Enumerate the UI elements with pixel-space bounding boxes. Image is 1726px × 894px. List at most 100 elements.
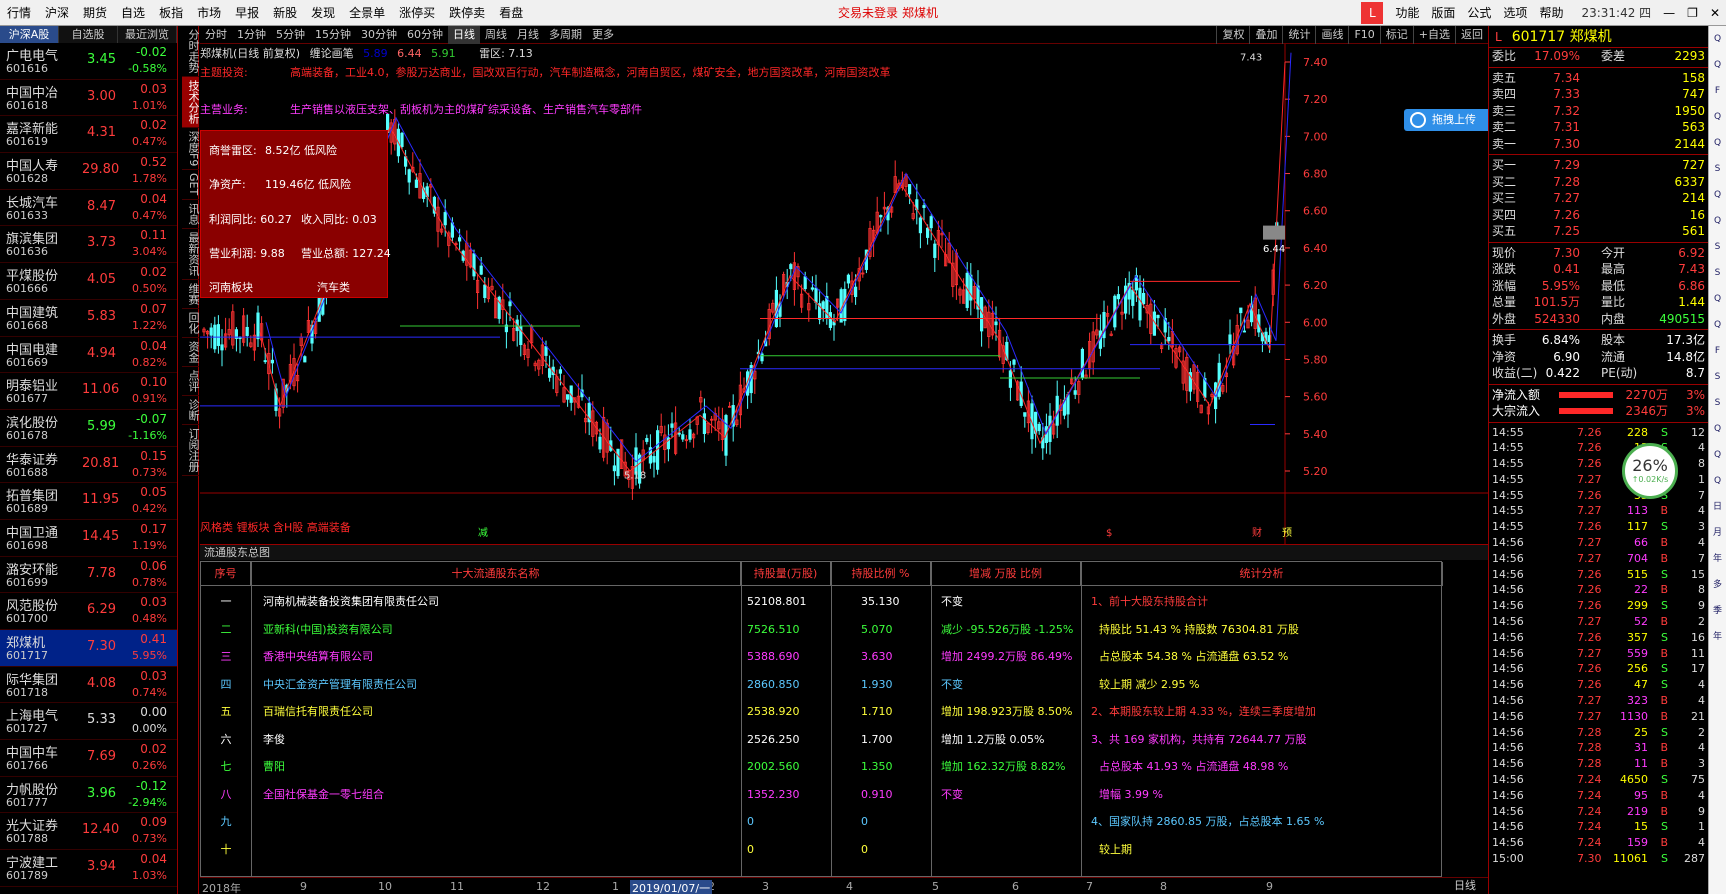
period-tab[interactable]: 5分钟 [271, 26, 310, 44]
order-book-row[interactable]: 买五 7.25 561 [1489, 223, 1708, 240]
vertical-tab[interactable]: 维赛 [182, 280, 200, 309]
period-tab[interactable]: 15分钟 [310, 26, 356, 44]
vertical-tab[interactable]: 诊断 [182, 396, 200, 425]
side-tool-icon[interactable]: S [1709, 234, 1726, 260]
vertical-tab[interactable]: 讯息 [182, 200, 200, 229]
stock-row[interactable]: 滨化股份 601678 5.99 -0.07 -1.16% [0, 410, 177, 447]
period-tab[interactable]: 月线 [512, 26, 544, 44]
period-tab[interactable]: 60分钟 [402, 26, 448, 44]
table-header[interactable]: 持股量(万股) [741, 562, 831, 586]
side-tool-icon[interactable]: F [1709, 78, 1726, 104]
stock-row[interactable]: 中国人寿 601628 29.80 0.52 1.78% [0, 153, 177, 190]
restore-icon[interactable]: ❐ [1681, 0, 1704, 26]
period-tab[interactable]: 30分钟 [356, 26, 402, 44]
order-book-row[interactable]: 卖二 7.31 563 [1489, 119, 1708, 136]
side-tool-icon[interactable]: 多 [1709, 572, 1726, 598]
side-tool-icon[interactable]: Q [1709, 442, 1726, 468]
stock-row[interactable]: 拓普集团 601689 11.95 0.05 0.42% [0, 483, 177, 520]
order-book-row[interactable]: 卖一 7.30 2144 [1489, 136, 1708, 153]
holder-name[interactable]: 河南机械装备投资集团有限责任公司 [263, 588, 439, 615]
side-tool-icon[interactable]: Q [1709, 416, 1726, 442]
toolbar-button[interactable]: F10 [1348, 26, 1379, 44]
side-tool-icon[interactable]: S [1709, 260, 1726, 286]
menu-item[interactable]: 自选 [114, 0, 152, 26]
stock-row[interactable]: 中国建筑 601668 5.83 0.07 1.22% [0, 300, 177, 337]
order-book-row[interactable]: 买一 7.29 727 [1489, 157, 1708, 174]
menu-right-item[interactable]: 版面 [1425, 0, 1461, 26]
toolbar-button[interactable]: 标记 [1379, 26, 1413, 44]
side-tool-icon[interactable]: F [1709, 338, 1726, 364]
menu-item[interactable]: 早报 [228, 0, 266, 26]
stock-row[interactable]: 明泰铝业 601677 11.06 0.10 0.91% [0, 373, 177, 410]
toolbar-button[interactable]: 画线 [1315, 26, 1348, 44]
order-book-row[interactable]: 卖五 7.34 158 [1489, 70, 1708, 87]
side-tool-icon[interactable]: Q [1709, 130, 1726, 156]
network-speed-widget[interactable]: 26% ↑0.02K/s [1622, 443, 1678, 499]
side-tool-icon[interactable]: S [1709, 156, 1726, 182]
side-tool-icon[interactable]: S [1709, 390, 1726, 416]
side-tool-icon[interactable]: 年 [1709, 546, 1726, 572]
menu-right-item[interactable]: 帮助 [1533, 0, 1569, 26]
order-book-row[interactable]: 买三 7.27 214 [1489, 190, 1708, 207]
menu-item[interactable]: 新股 [266, 0, 304, 26]
holder-name[interactable]: 香港中央结算有限公司 [263, 643, 373, 670]
period-tab[interactable]: 分时 [200, 26, 232, 44]
stock-row[interactable]: 广电电气 601616 3.45 -0.02 -0.58% [0, 43, 177, 80]
stock-list-tab[interactable]: 最近浏览 [118, 26, 177, 43]
stock-row[interactable]: 旗滨集团 601636 3.73 0.11 3.04% [0, 226, 177, 264]
stock-list-tab[interactable]: 自选股 [59, 26, 118, 43]
side-tool-icon[interactable]: Q [1709, 286, 1726, 312]
holder-name[interactable]: 中央汇金资产管理有限责任公司 [263, 671, 417, 698]
holder-name[interactable]: 百瑞信托有限责任公司 [263, 698, 373, 725]
toolbar-button[interactable]: +自选 [1412, 26, 1455, 44]
stock-row[interactable]: 华泰证券 601688 20.81 0.15 0.73% [0, 447, 177, 484]
selected-date[interactable]: 2019/01/07/一 [630, 880, 713, 894]
stock-row[interactable]: 上海电气 601727 5.33 0.00 0.00% [0, 703, 177, 741]
table-header[interactable]: 序号 [201, 562, 251, 586]
close-icon[interactable]: ✕ [1704, 0, 1726, 26]
side-tool-icon[interactable]: S [1709, 364, 1726, 390]
menu-item[interactable]: 沪深 [38, 0, 76, 26]
table-header[interactable]: 统计分析 [1081, 562, 1443, 586]
stock-row[interactable]: 郑煤机 601717 7.30 0.41 5.95% [0, 630, 177, 667]
side-tool-icon[interactable]: Q [1709, 104, 1726, 130]
period-tab[interactable]: 多周期 [544, 26, 587, 44]
toolbar-button[interactable]: 复权 [1216, 26, 1249, 44]
holder-name[interactable]: 全国社保基金一零七组合 [263, 781, 384, 808]
stock-row[interactable]: 平煤股份 601666 4.05 0.02 0.50% [0, 263, 177, 300]
side-tool-icon[interactable]: Q [1709, 182, 1726, 208]
menu-item[interactable]: 涨停买 [392, 0, 442, 26]
stock-row[interactable]: 嘉泽新能 601619 4.31 0.02 0.47% [0, 116, 177, 154]
stock-row[interactable]: 潞安环能 601699 7.78 0.06 0.78% [0, 557, 177, 594]
order-book-row[interactable]: 买二 7.28 6337 [1489, 174, 1708, 191]
holder-name[interactable]: 李俊 [263, 726, 285, 753]
period-tab[interactable]: 1分钟 [232, 26, 271, 44]
period-tab[interactable]: 更多 [587, 26, 619, 44]
stock-row[interactable]: 中国中车 601766 7.69 0.02 0.26% [0, 740, 177, 777]
vertical-tab[interactable]: 订阅注册 [182, 425, 200, 476]
menu-item[interactable]: 全景单 [342, 0, 392, 26]
indicator-name[interactable]: 缠论画笔 [310, 47, 354, 60]
kline-chart[interactable]: 7.40 7.20 7.00 6.80 6.60 6.40 6.20 6.00 5.80 5.60… [200, 44, 1488, 544]
menu-item[interactable]: 市场 [190, 0, 228, 26]
shareholder-table-title[interactable]: 流通股东总图 [200, 544, 1488, 560]
menu-right-item[interactable]: 功能 [1389, 0, 1425, 26]
stock-row[interactable]: 中国电建 601669 4.94 0.04 0.82% [0, 337, 177, 374]
side-tool-icon[interactable]: 月 [1709, 520, 1726, 546]
stock-row[interactable]: 光大证券 601788 12.40 0.09 0.73% [0, 813, 177, 851]
table-header[interactable]: 十大流通股东名称 [251, 562, 741, 586]
stock-row[interactable]: 风范股份 601700 6.29 0.03 0.48% [0, 593, 177, 630]
side-tool-icon[interactable]: 季 [1709, 598, 1726, 624]
menu-item[interactable]: 发现 [304, 0, 342, 26]
order-book-row[interactable]: 买四 7.26 16 [1489, 207, 1708, 224]
stock-row[interactable]: 中国中冶 601618 3.00 0.03 1.01% [0, 80, 177, 117]
vertical-tab[interactable]: GET [182, 170, 200, 200]
vertical-tab[interactable]: 最新资讯 [182, 229, 200, 280]
minimize-icon[interactable]: — [1657, 0, 1681, 26]
period-button[interactable]: 日线 [1442, 877, 1488, 894]
order-book-row[interactable]: 卖四 7.33 747 [1489, 86, 1708, 103]
toolbar-button[interactable]: 叠加 [1249, 26, 1282, 44]
menu-item[interactable]: 板指 [152, 0, 190, 26]
vertical-tab[interactable]: 点评 [182, 367, 200, 396]
vertical-tab[interactable]: 分时走势 [182, 26, 200, 77]
